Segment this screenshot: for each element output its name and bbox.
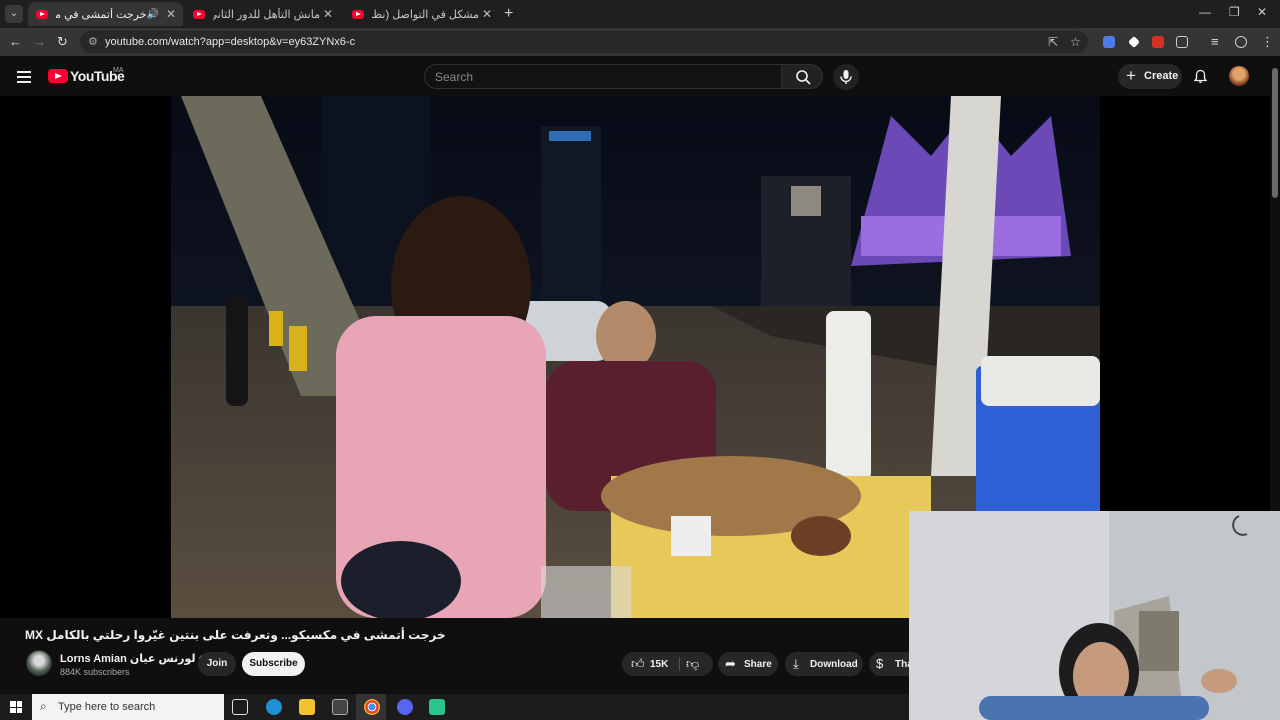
- media-controls-icon[interactable]: ≡: [1211, 34, 1219, 49]
- speaker-icon[interactable]: 🔊: [147, 9, 159, 20]
- notifications-bell-icon[interactable]: [1193, 69, 1208, 84]
- tab-football[interactable]: مانش التأهل للدور الثاني؟ (التسك) ✕: [185, 2, 340, 26]
- taskbar-search-placeholder: Type here to search: [58, 701, 156, 713]
- channel-avatar[interactable]: [26, 650, 52, 676]
- microphone-icon: [840, 70, 852, 84]
- share-icon: ➦: [725, 656, 736, 671]
- task-view-icon[interactable]: [232, 699, 248, 715]
- minimize-icon[interactable]: —: [1199, 5, 1211, 19]
- store-icon[interactable]: [332, 699, 348, 715]
- file-explorer-icon[interactable]: [299, 699, 315, 715]
- browser-menu-icon[interactable]: ⋮: [1261, 34, 1274, 50]
- create-button[interactable]: + Create: [1118, 64, 1182, 89]
- search-input[interactable]: Search: [424, 64, 782, 89]
- extension-red-icon[interactable]: [1152, 36, 1164, 48]
- thanks-button[interactable]: $ Tha: [869, 652, 913, 676]
- webcam-overlay: [909, 511, 1280, 720]
- taskbar-search-input[interactable]: ⌕ Type here to search: [32, 694, 224, 720]
- tab-search-button[interactable]: ⌄: [5, 5, 23, 23]
- close-tab-icon[interactable]: ✕: [320, 7, 336, 21]
- plus-icon: +: [1126, 66, 1136, 85]
- download-icon: ⤓: [793, 656, 799, 671]
- share-button[interactable]: ➦ Share: [718, 652, 778, 676]
- site-info-icon[interactable]: ⚙: [88, 35, 98, 48]
- tab-title: خرجت أتمشى في مكسيكو...: [56, 8, 147, 21]
- scrollbar-thumb[interactable]: [1272, 68, 1278, 198]
- join-button[interactable]: Join: [198, 652, 236, 676]
- back-icon[interactable]: ←: [9, 34, 22, 49]
- url-text: youtube.com/watch?app=desktop&v=ey63ZYNx…: [105, 36, 356, 48]
- like-divider: [679, 657, 680, 671]
- video-title: خرجت أتمشى في مكسيكو... وتعرفت على بنتين…: [25, 628, 446, 642]
- extensions-puzzle-icon[interactable]: [1176, 36, 1188, 48]
- youtube-logo-icon[interactable]: [48, 69, 68, 83]
- share-label: Share: [744, 659, 772, 670]
- voice-search-button[interactable]: [833, 64, 859, 90]
- install-app-icon[interactable]: ⇱: [1048, 35, 1058, 49]
- profile-icon[interactable]: [1235, 36, 1247, 48]
- extension-icon[interactable]: [1128, 36, 1140, 48]
- tab-title: مشكل في التواصل (نظرية البراق...: [372, 8, 479, 21]
- close-tab-icon[interactable]: ✕: [479, 7, 495, 21]
- tab-video-active[interactable]: خرجت أتمشى في مكسيكو... 🔊 ✕: [28, 2, 183, 26]
- like-dislike-group: 👍︎ 15K 👎︎: [622, 652, 713, 676]
- restore-icon[interactable]: ❐: [1229, 5, 1240, 19]
- country-code: MA: [113, 67, 124, 74]
- close-window-icon[interactable]: ✕: [1257, 5, 1267, 19]
- subscribe-button[interactable]: Subscribe: [242, 652, 305, 676]
- create-label: Create: [1144, 70, 1179, 82]
- discord-icon[interactable]: [397, 699, 413, 715]
- search-icon: ⌕: [40, 699, 47, 713]
- menu-icon[interactable]: [17, 71, 31, 83]
- chrome-icon[interactable]: [364, 699, 380, 715]
- tab-title: مانش التأهل للدور الثاني؟ (التسك): [213, 8, 320, 21]
- translate-extension-icon[interactable]: [1103, 36, 1115, 48]
- dislike-icon[interactable]: 👎︎: [686, 656, 699, 672]
- webcam-image: [909, 511, 1280, 720]
- windows-taskbar: ⌕ Type here to search: [0, 694, 909, 720]
- reload-icon[interactable]: ↻: [57, 34, 68, 50]
- youtube-favicon-icon: [352, 9, 364, 19]
- search-icon: [796, 70, 811, 85]
- download-button[interactable]: ⤓ Download: [785, 652, 863, 676]
- browser-toolbar: ← → ↻ ⚙ youtube.com/watch?app=desktop&v=…: [0, 28, 1280, 56]
- forward-icon[interactable]: →: [33, 34, 46, 49]
- search-button[interactable]: [781, 64, 823, 89]
- thanks-icon: $: [876, 656, 884, 671]
- windows-start-icon[interactable]: [10, 701, 22, 713]
- browser-tab-strip: ⌄ خرجت أتمشى في مكسيكو... 🔊 ✕ مانش التأه…: [0, 0, 1280, 28]
- account-avatar[interactable]: [1229, 66, 1249, 86]
- like-icon[interactable]: 👍︎: [631, 656, 645, 672]
- youtube-favicon-icon: [36, 9, 48, 19]
- tab-communication[interactable]: مشكل في التواصل (نظرية البراق... ✕: [344, 2, 499, 26]
- like-count[interactable]: 15K: [650, 659, 668, 670]
- address-bar[interactable]: ⚙ youtube.com/watch?app=desktop&v=ey63ZY…: [80, 31, 1088, 53]
- youtube-header: YouTube MA Search + Create: [0, 56, 1280, 96]
- bookmark-star-icon[interactable]: ☆: [1070, 35, 1081, 49]
- close-tab-icon[interactable]: ✕: [163, 7, 179, 21]
- subscriber-count: 884K subscribers: [60, 667, 130, 677]
- download-label: Download: [810, 659, 858, 670]
- channel-name[interactable]: Lorns Amian لورنس عيان: [60, 652, 207, 665]
- youtube-favicon-icon: [193, 9, 205, 19]
- app-icon[interactable]: [429, 699, 445, 715]
- new-tab-button[interactable]: +: [504, 5, 513, 23]
- search-placeholder: Search: [435, 70, 474, 84]
- edge-browser-icon[interactable]: [266, 699, 282, 715]
- channel-name-text: Lorns Amian لورنس عيان: [60, 653, 196, 665]
